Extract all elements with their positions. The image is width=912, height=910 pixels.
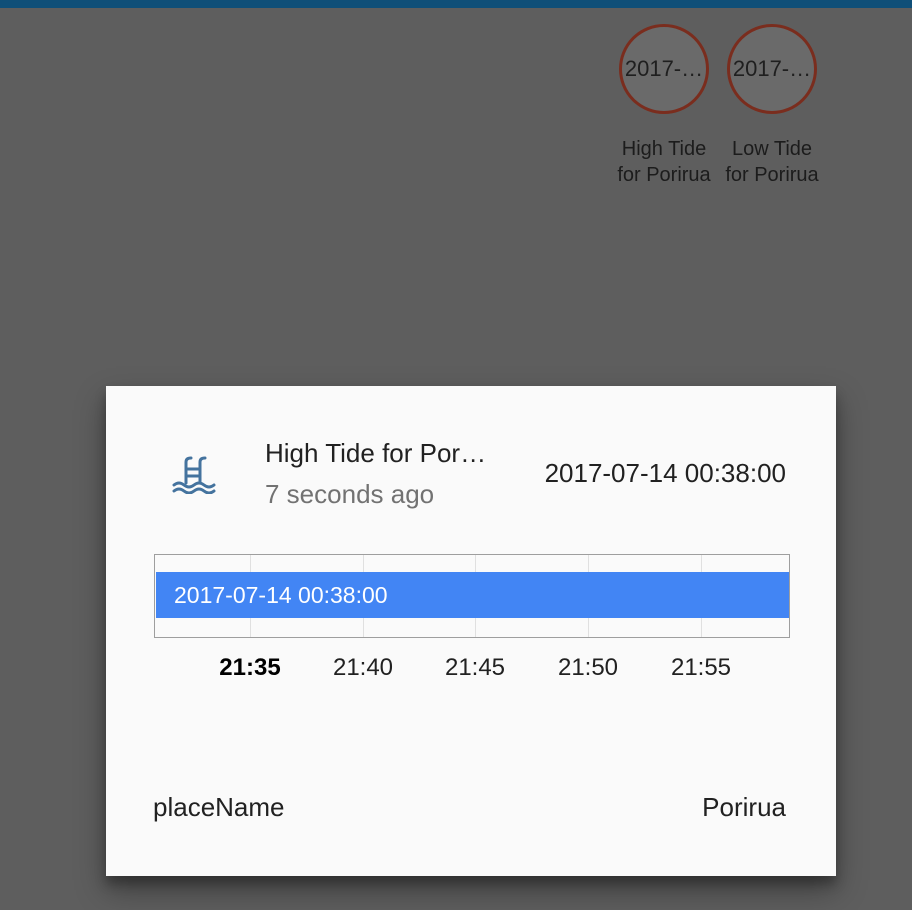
timeline-tick: 21:40 (332, 654, 394, 681)
pool-icon (172, 456, 216, 495)
more-info-dialog: High Tide for Por… 7 seconds ago 2017-07… (106, 386, 836, 876)
last-changed-time: 7 seconds ago (265, 479, 435, 509)
badge-value: 2017-… (624, 56, 704, 81)
badge-label-line: High Tide (621, 138, 707, 160)
timeline-tick: 21:35 (219, 654, 281, 681)
timeline-tick: 21:55 (670, 654, 732, 681)
timeline-state-bar[interactable]: 2017-07-14 00:38:00 (156, 572, 789, 618)
badge-high-tide[interactable]: 2017-… High Tide for Porirua (614, 24, 714, 188)
timeline-tick: 21:50 (557, 654, 619, 681)
badge-label: High Tide for Porirua (614, 136, 714, 188)
entity-state: 2017-07-14 00:38:00 (544, 458, 786, 488)
badge-low-tide[interactable]: 2017-… Low Tide for Porirua (722, 24, 822, 188)
badge-label: Low Tide for Porirua (722, 136, 822, 188)
badge-label-line: for Porirua (725, 164, 819, 186)
top-app-bar (0, 0, 912, 8)
entity-name: High Tide for Por… (265, 438, 487, 468)
badge-label-line: Low Tide (731, 138, 813, 160)
badge-circle[interactable]: 2017-… (727, 24, 817, 114)
attribute-name: placeName (153, 792, 285, 822)
attribute-value: Porirua (702, 792, 786, 822)
badge-value: 2017-… (732, 56, 812, 81)
badge-circle[interactable]: 2017-… (619, 24, 709, 114)
badge-label-line: for Porirua (617, 164, 711, 186)
history-timeline[interactable]: 2017-07-14 00:38:00 (154, 554, 790, 638)
timeline-tick: 21:45 (444, 654, 506, 681)
